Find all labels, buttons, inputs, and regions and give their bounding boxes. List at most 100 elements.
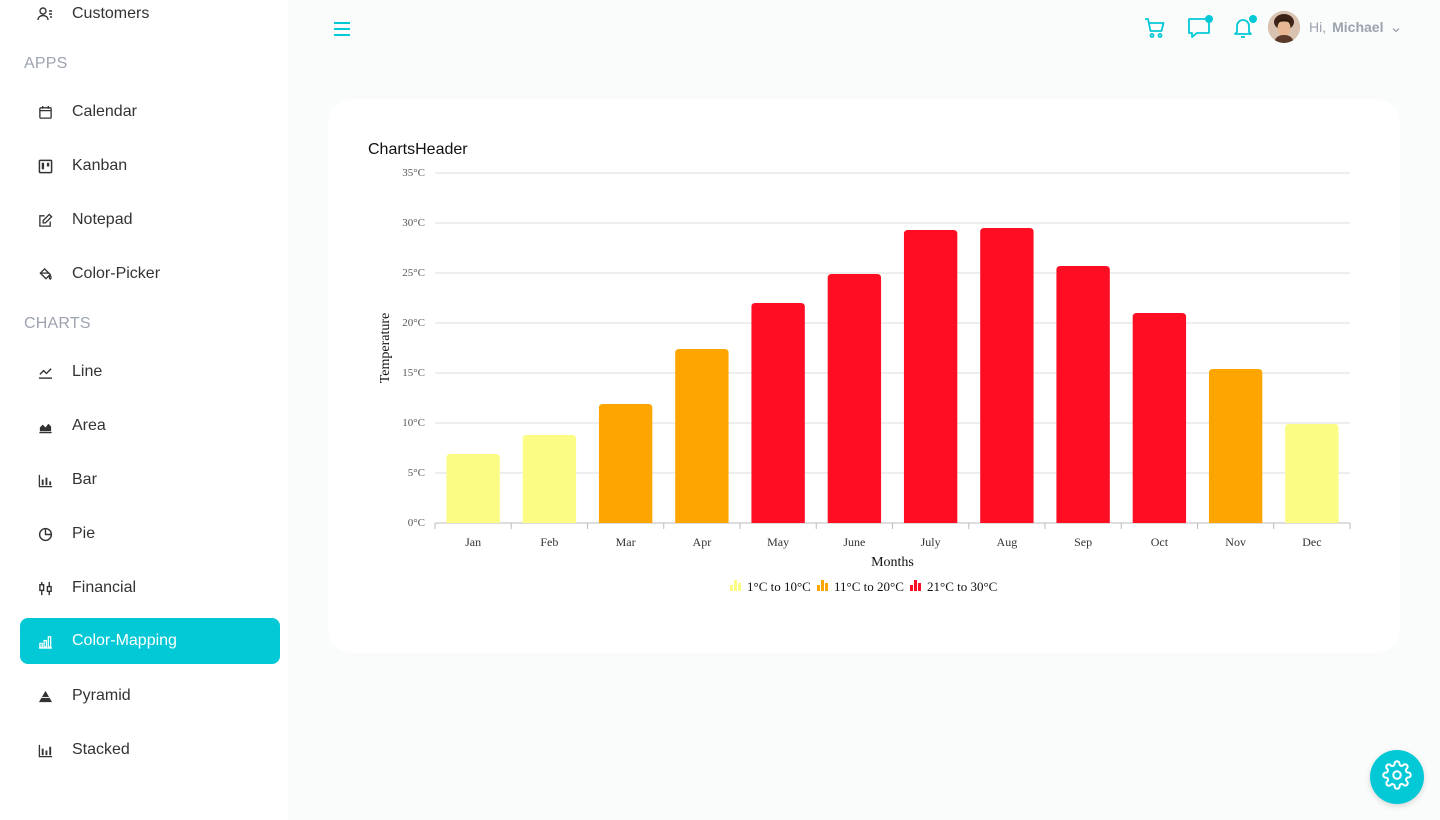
sidebar-item-label: Kanban [72,157,128,174]
bar [522,435,577,523]
x-tick-label: May [767,535,789,549]
x-tick-label: Jan [465,535,481,549]
legend-marker [918,583,921,591]
legend-marker [738,583,741,591]
legend-marker [817,585,820,591]
line-chart-icon [36,363,54,381]
sidebar-item-label: Financial [72,579,137,596]
legend-label: 21°C to 30°C [927,579,997,594]
x-tick-label: Apr [693,535,712,549]
sidebar-item-label: Pie [72,525,96,542]
legend-marker [821,580,824,591]
bar [980,228,1034,523]
avatar [1268,11,1300,43]
sidebar-item-kanban[interactable]: Kanban [20,143,280,189]
kanban-icon [36,157,54,175]
sidebar-item-label: Color-Mapping [72,632,177,649]
calendar-icon [36,103,54,121]
x-tick-label: Oct [1151,535,1169,549]
sidebar-item-bar[interactable]: Bar [20,457,280,503]
color-picker-icon [36,265,54,283]
sidebar-item-label: Bar [72,471,97,488]
greeting-text: Hi, [1309,19,1327,35]
sidebar: Customers APPS Calendar Kanban Notepad C… [0,0,288,820]
legend-marker [730,585,733,591]
bar [446,454,500,523]
sidebar-item-area[interactable]: Area [20,403,280,449]
bar [1056,266,1110,523]
legend-marker [825,583,828,591]
gear-icon [1382,759,1412,795]
x-tick-label: Dec [1302,535,1321,549]
y-tick-label: 30°C [402,217,425,229]
bar [1285,424,1339,523]
x-tick-label: Feb [540,535,558,549]
x-tick-label: July [921,535,941,549]
sidebar-item-label: Customers [72,5,150,22]
bar [1132,313,1187,523]
chart-card-title: ChartsHeader [368,141,468,158]
pyramid-icon [36,687,54,705]
sidebar-item-label: Notepad [72,211,133,228]
notepad-icon [36,211,54,229]
sidebar-item-label: Calendar [72,103,137,120]
bar-chart-icon [36,471,54,489]
legend-label: 11°C to 20°C [834,579,904,594]
sidebar-item-customers[interactable]: Customers [20,0,280,37]
legend-marker [914,580,917,591]
y-tick-label: 35°C [402,167,425,179]
x-axis-title: Months [871,555,914,570]
sidebar-item-stacked[interactable]: Stacked [20,727,280,773]
bar [903,230,958,523]
color-mapping-chart: 0°C 5°C 10°C 15°C 20°C 25°C 30°C 35°C Jan Feb Mar A… [378,167,1351,594]
chat-notification-dot [1205,15,1213,23]
y-tick-label: 20°C [402,317,425,329]
sidebar-item-label: Pyramid [72,687,131,704]
sidebar-item-financial[interactable]: Financial [20,565,280,611]
customers-icon [36,5,54,23]
financial-icon [36,579,54,597]
sidebar-item-label: Line [72,363,103,380]
cart-icon[interactable] [1143,16,1167,40]
bar [675,349,729,523]
sidebar-item-label: Stacked [72,741,130,758]
sidebar-item-label: Area [72,417,106,434]
menu-icon[interactable] [331,18,353,40]
bar [827,274,882,523]
sidebar-item-notepad[interactable]: Notepad [20,197,280,243]
stacked-chart-icon [36,741,54,759]
y-tick-label: 5°C [408,467,425,479]
legend-marker [910,585,913,591]
sidebar-item-pie[interactable]: Pie [20,511,280,557]
y-tick-label: 25°C [402,267,425,279]
sidebar-item-label: Color-Picker [72,265,161,282]
user-name: Michael [1332,19,1384,35]
legend-marker [734,580,737,591]
area-chart-icon [36,417,54,435]
section-title-charts: CHARTS [24,315,91,332]
legend-label: 1°C to 10°C [747,579,811,594]
bar [1208,369,1263,523]
sidebar-item-pyramid[interactable]: Pyramid [20,673,280,719]
bar [751,303,805,523]
settings-button[interactable] [1370,750,1424,804]
y-tick-label: 10°C [402,417,425,429]
sidebar-item-color-picker[interactable]: Color-Picker [20,251,280,297]
sidebar-item-line[interactable]: Line [20,349,280,395]
bar [598,404,653,523]
y-axis-title: Temperature [378,313,393,384]
pie-chart-icon [36,525,54,543]
x-tick-label: Mar [616,535,636,549]
section-title-apps: APPS [24,55,68,72]
user-profile-button[interactable]: Hi, Michael [1268,10,1401,44]
color-mapping-icon [36,632,54,650]
x-tick-label: Nov [1225,535,1246,549]
y-tick-label: 15°C [402,367,425,379]
sidebar-item-calendar[interactable]: Calendar [20,89,280,135]
x-tick-label: Sep [1074,535,1092,549]
bell-notification-dot [1249,15,1257,23]
x-tick-label: June [843,535,865,549]
chevron-down-icon [1391,22,1401,33]
y-tick-label: 0°C [408,517,425,529]
sidebar-item-color-mapping[interactable]: Color-Mapping [20,618,280,664]
